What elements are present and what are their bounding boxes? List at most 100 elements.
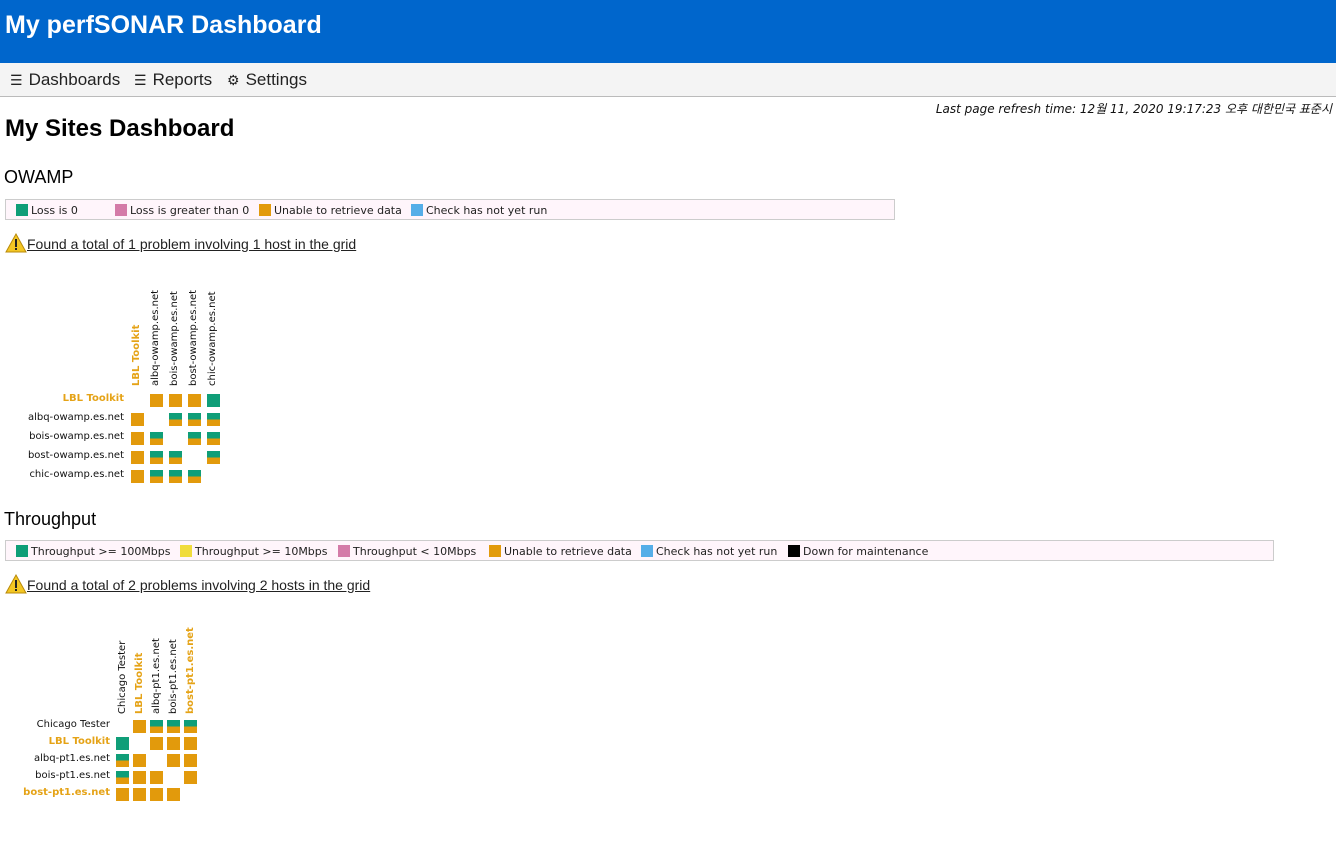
grid-cell[interactable]	[131, 470, 144, 483]
grid-cell[interactable]	[184, 737, 197, 750]
legend-swatch	[16, 545, 28, 557]
legend-swatch	[16, 204, 28, 216]
grid-cell[interactable]	[188, 413, 201, 426]
grid-cell[interactable]	[116, 788, 129, 801]
nav-settings-label: Settings	[245, 70, 307, 89]
legend-swatch	[641, 545, 653, 557]
legend-swatch	[115, 204, 127, 216]
grid-cell[interactable]	[169, 451, 182, 464]
legend-item: Loss is 0	[16, 204, 78, 217]
throughput-problem-link[interactable]: Found a total of 2 problems involving 2 …	[27, 577, 370, 593]
legend-label: Throughput >= 100Mbps	[31, 545, 171, 558]
grid-cell[interactable]	[150, 720, 163, 733]
legend-item: Throughput >= 100Mbps	[16, 545, 171, 558]
grid-cell[interactable]	[167, 737, 180, 750]
legend-label: Check has not yet run	[426, 204, 548, 217]
row-label: bois-owamp.es.net	[29, 431, 124, 442]
nav-reports[interactable]: ☰ Reports	[134, 70, 212, 90]
grid-cell[interactable]	[184, 754, 197, 767]
column-label: chic-owamp.es.net	[207, 291, 218, 386]
grid-cell[interactable]	[150, 788, 163, 801]
grid-cell[interactable]	[133, 720, 146, 733]
column-label: LBL Toolkit	[134, 652, 145, 714]
legend-item: Check has not yet run	[641, 545, 777, 558]
owamp-problem-link[interactable]: Found a total of 1 problem involving 1 h…	[27, 236, 356, 252]
owamp-grid: LBL Toolkit LBL Toolkit albq-owamp.es.net a…	[0, 260, 300, 490]
legend-swatch	[411, 204, 423, 216]
column-label: Chicago Tester	[117, 640, 128, 714]
owamp-title: OWAMP	[4, 167, 74, 187]
gear-icon: ⚙	[227, 72, 240, 88]
nav-bar: ☰ Dashboards ☰ Reports ⚙ Settings	[0, 63, 1336, 97]
column-label: LBL Toolkit	[131, 324, 142, 386]
grid-cell[interactable]	[184, 771, 197, 784]
grid-cell[interactable]	[133, 771, 146, 784]
grid-cell[interactable]	[131, 451, 144, 464]
grid-cell[interactable]	[169, 413, 182, 426]
grid-cell[interactable]	[188, 470, 201, 483]
row-label: albq-owamp.es.net	[27, 412, 124, 423]
page-title: My Sites Dashboard	[5, 115, 235, 142]
app-title: My perfSONAR Dashboard	[5, 11, 322, 39]
grid-cell[interactable]	[150, 451, 163, 464]
grid-cell[interactable]	[116, 771, 129, 784]
grid-cell[interactable]	[116, 737, 129, 750]
legend-label: Throughput < 10Mbps	[353, 545, 477, 558]
legend-item: Unable to retrieve data	[259, 204, 402, 217]
grid-cell[interactable]	[150, 737, 163, 750]
legend-item: Throughput < 10Mbps	[338, 545, 476, 558]
refresh-time: Last page refresh time: 12월 11, 2020 19:…	[935, 102, 1332, 116]
throughput-problem: Found a total of 2 problems involving 2 …	[5, 574, 370, 594]
column-label: bost-pt1.es.net	[185, 627, 196, 714]
legend-label: Throughput >= 10Mbps	[195, 545, 328, 558]
grid-cell[interactable]	[169, 394, 182, 407]
grid-cell[interactable]	[150, 470, 163, 483]
legend-label: Check has not yet run	[656, 545, 778, 558]
grid-cell[interactable]	[207, 413, 220, 426]
legend-swatch	[788, 545, 800, 557]
legend-item: Throughput >= 10Mbps	[180, 545, 328, 558]
legend-swatch	[259, 204, 271, 216]
throughput-legend: Throughput >= 100Mbps Throughput >= 10Mbp…	[5, 540, 1274, 561]
legend-swatch	[338, 545, 350, 557]
owamp-legend: Loss is 0 Loss is greater than 0 Unable to…	[5, 199, 895, 220]
legend-item: Unable to retrieve data	[489, 545, 632, 558]
row-label: LBL Toolkit	[48, 736, 110, 747]
row-label: bois-pt1.es.net	[35, 770, 110, 781]
grid-cell[interactable]	[131, 432, 144, 445]
grid-cell[interactable]	[169, 470, 182, 483]
grid-cell[interactable]	[188, 432, 201, 445]
grid-cell[interactable]	[207, 451, 220, 464]
grid-cell[interactable]	[133, 754, 146, 767]
grid-cell[interactable]	[167, 720, 180, 733]
grid-cell[interactable]	[133, 788, 146, 801]
nav-dashboards[interactable]: ☰ Dashboards	[10, 70, 120, 90]
column-label: bois-pt1.es.net	[168, 639, 179, 714]
nav-dashboards-label: Dashboards	[28, 70, 121, 89]
legend-swatch	[180, 545, 192, 557]
grid-cell[interactable]	[167, 754, 180, 767]
grid-cell[interactable]	[184, 720, 197, 733]
row-label: LBL Toolkit	[62, 393, 124, 404]
nav-settings[interactable]: ⚙ Settings	[227, 70, 307, 90]
warning-icon	[5, 574, 27, 594]
row-label: bost-pt1.es.net	[23, 787, 110, 798]
column-label: bois-owamp.es.net	[169, 291, 180, 386]
row-label: chic-owamp.es.net	[29, 469, 124, 480]
row-label: bost-owamp.es.net	[27, 450, 124, 461]
grid-cell[interactable]	[150, 432, 163, 445]
legend-swatch	[489, 545, 501, 557]
grid-cell[interactable]	[207, 394, 220, 407]
grid-cell[interactable]	[116, 754, 129, 767]
grid-cell[interactable]	[150, 771, 163, 784]
legend-label: Loss is 0	[31, 204, 78, 217]
grid-cell[interactable]	[207, 432, 220, 445]
column-label: bost-owamp.es.net	[188, 289, 199, 386]
legend-label: Loss is greater than 0	[130, 204, 250, 217]
legend-item: Check has not yet run	[411, 204, 547, 217]
legend-label: Unable to retrieve data	[274, 204, 402, 217]
grid-cell[interactable]	[188, 394, 201, 407]
grid-cell[interactable]	[131, 413, 144, 426]
grid-cell[interactable]	[167, 788, 180, 801]
grid-cell[interactable]	[150, 394, 163, 407]
